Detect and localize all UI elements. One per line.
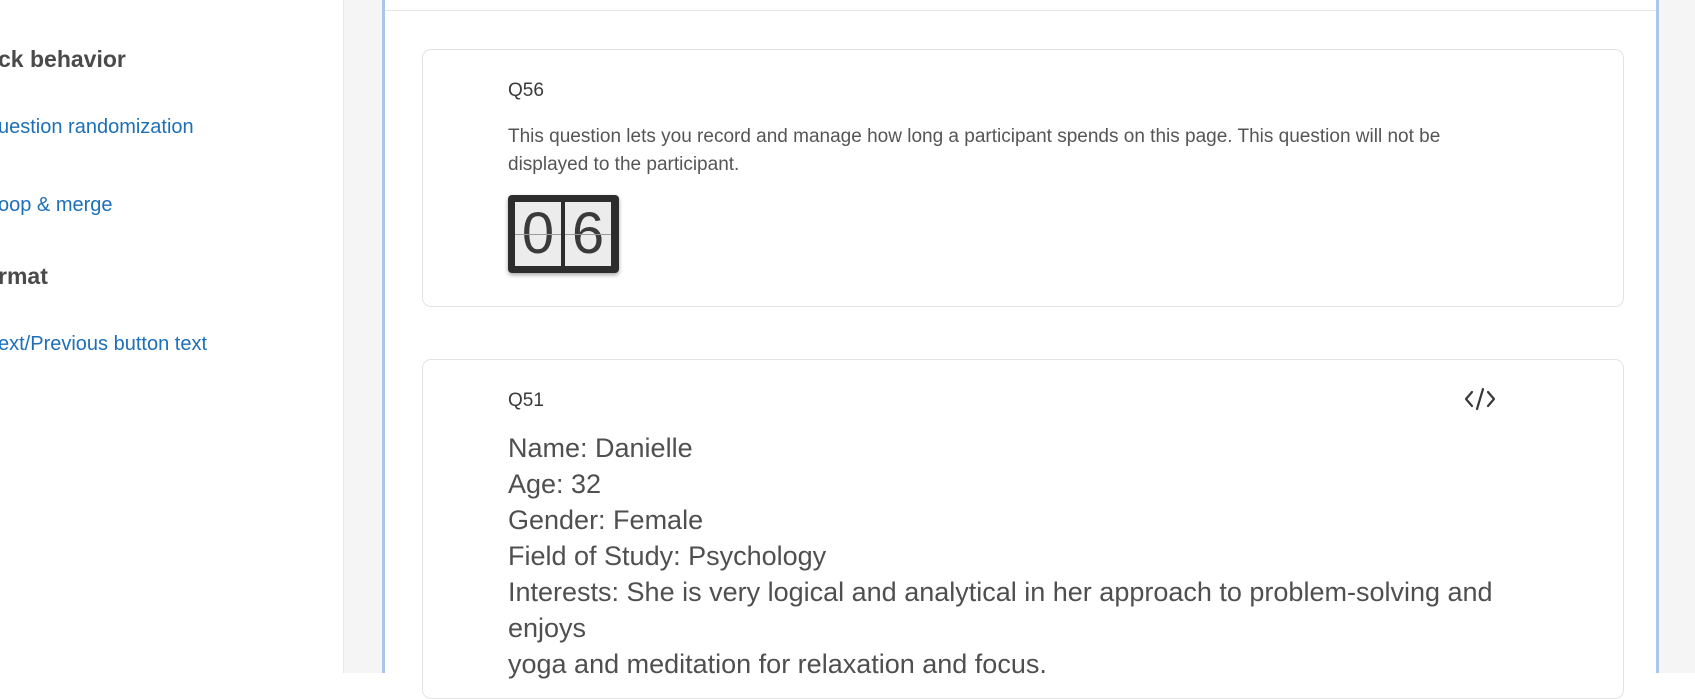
loop-merge-link[interactable]: oop & merge: [0, 194, 113, 217]
next-previous-button-text-link[interactable]: ext/Previous button text: [0, 333, 207, 356]
question-card-q56[interactable]: Q56 This question lets you record and ma…: [422, 49, 1624, 307]
profile-line-interests-cont: yoga and meditation for relaxation and f…: [508, 649, 1047, 679]
format-heading: rmat: [0, 263, 48, 289]
sidebar: ck behavior uestion randomization oop & …: [0, 0, 344, 673]
code-icon[interactable]: [1463, 386, 1497, 412]
block-divider: [385, 10, 1656, 11]
question-id: Q51: [508, 390, 544, 411]
profile-line-age: Age: 32: [508, 469, 602, 499]
question-card-q51[interactable]: Q51 Name: Danielle Age: 32 Gender: Femal…: [422, 359, 1624, 699]
profile-line-name: Name: Danielle: [508, 433, 693, 463]
question-block: Q56 This question lets you record and ma…: [382, 0, 1659, 699]
survey-canvas: Q56 This question lets you record and ma…: [344, 0, 1695, 699]
profile-line-field: Field of Study: Psychology: [508, 541, 827, 571]
question-description: This question lets you record and manage…: [508, 126, 1441, 175]
timer-display: 0 6: [508, 195, 619, 273]
timer-digit-ones: 6: [565, 202, 611, 266]
question-text: Name: Danielle Age: 32 Gender: Female Fi…: [508, 430, 1508, 682]
question-id: Q56: [508, 80, 544, 101]
profile-line-gender: Gender: Female: [508, 505, 704, 535]
timer-digit-tens: 0: [515, 202, 561, 266]
profile-line-interests: Interests: She is very logical and analy…: [508, 577, 1493, 643]
question-randomization-link[interactable]: uestion randomization: [0, 116, 194, 139]
block-behavior-heading: ck behavior: [0, 46, 126, 72]
